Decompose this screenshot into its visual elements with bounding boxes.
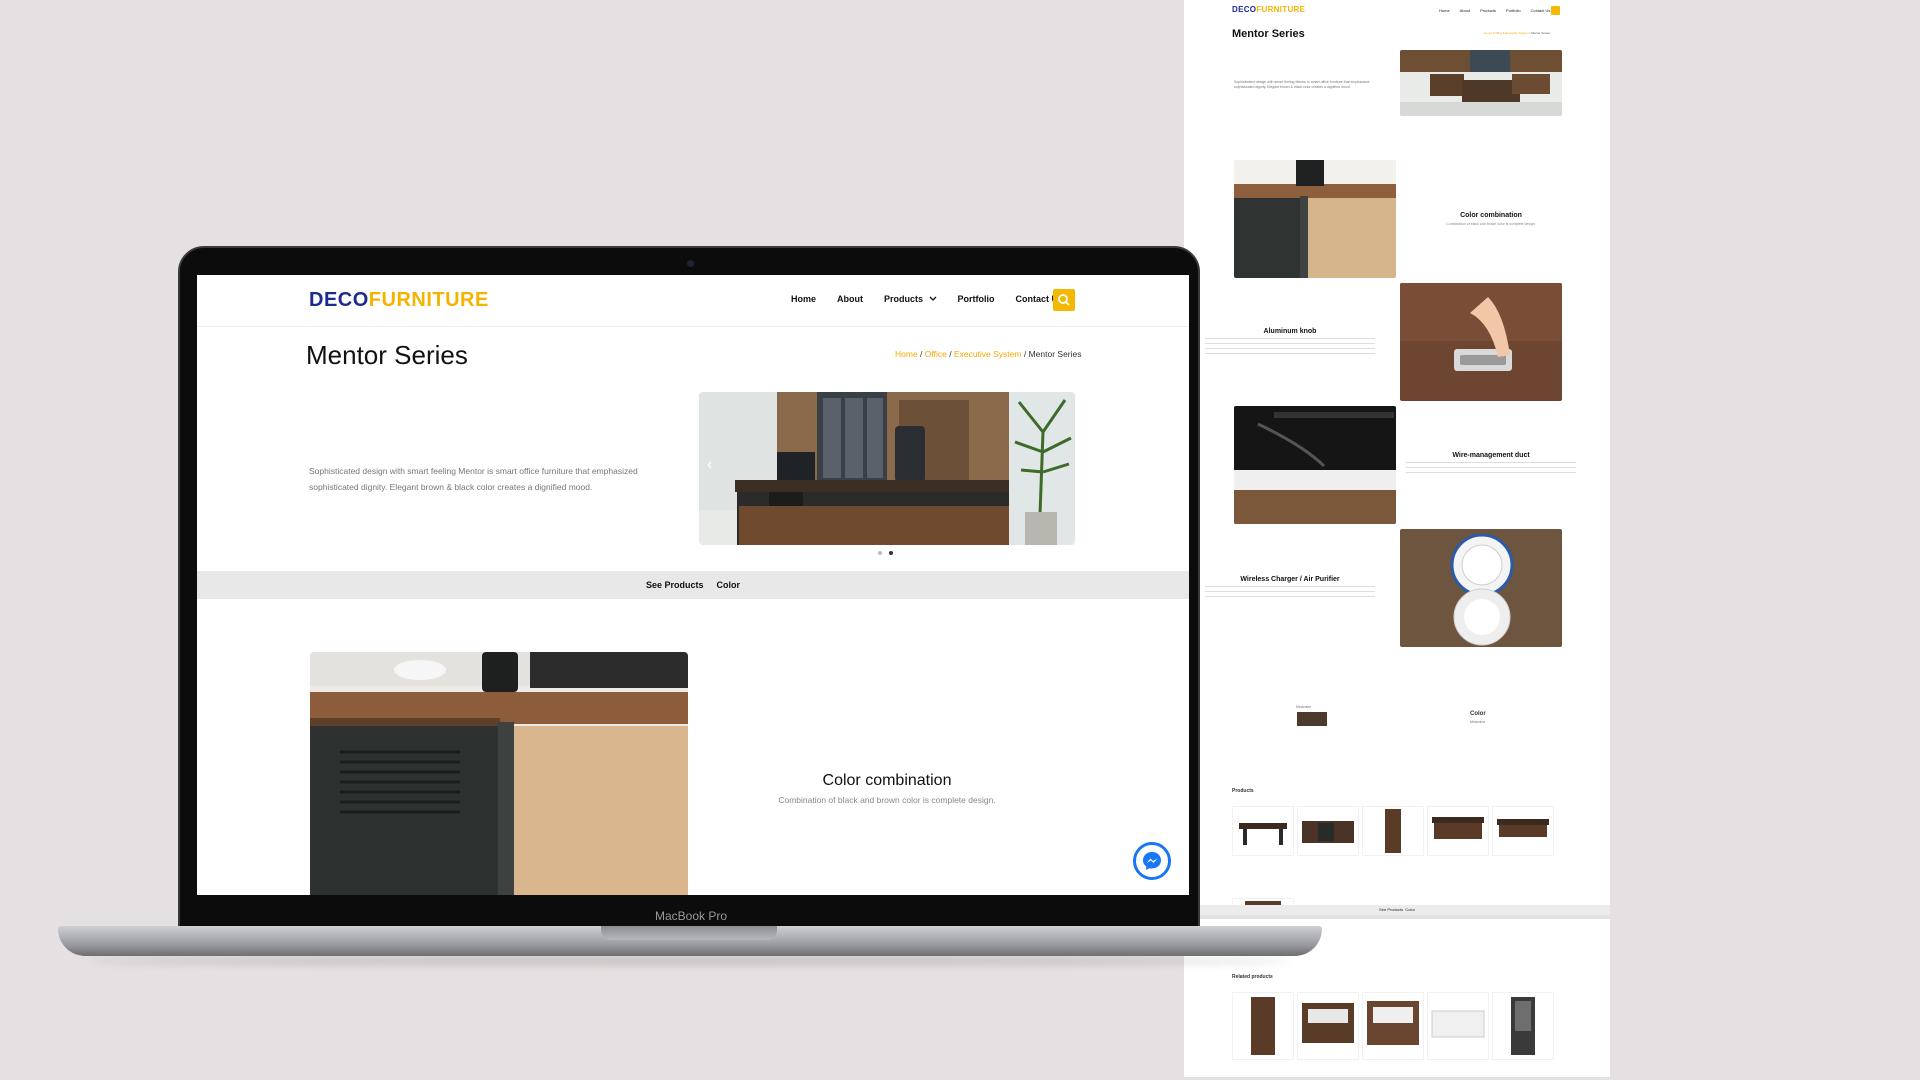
laptop-model-label: MacBook Pro	[654, 909, 728, 923]
preview-product-5[interactable]	[1492, 806, 1554, 856]
section-subnav: See Products Color	[197, 571, 1189, 599]
preview-search-icon[interactable]	[1551, 6, 1560, 15]
preview-feature-desc-2	[1205, 338, 1375, 358]
preview-crumb-executive[interactable]: Executive System	[1505, 31, 1529, 35]
messenger-button[interactable]	[1133, 842, 1171, 880]
preview-related-2[interactable]	[1297, 992, 1359, 1060]
preview-related-3[interactable]	[1362, 992, 1424, 1060]
main-nav: Home About Products Portfolio Contact Us	[791, 294, 1063, 304]
preview-product-4[interactable]	[1427, 806, 1489, 856]
preview-nav-contact[interactable]: Contact Us	[1531, 8, 1551, 13]
nav-home[interactable]: Home	[791, 294, 816, 304]
camera-icon	[687, 260, 694, 267]
preview-feature-title-1: Color combination	[1460, 212, 1522, 219]
preview-crumb-current: Mentor Series	[1531, 31, 1550, 35]
preview-logo-furniture: FURNITURE	[1256, 5, 1306, 14]
preview-feature-image-2	[1400, 283, 1562, 401]
preview-intro: Sophisticated design with smart feeling …	[1234, 80, 1370, 89]
subnav-color[interactable]: Color	[717, 580, 741, 590]
chevron-down-icon	[929, 296, 937, 301]
feature-image	[310, 652, 688, 895]
page-title: Mentor Series	[306, 340, 468, 370]
preview-page-title: Mentor Series	[1232, 28, 1305, 40]
carousel-dot-1[interactable]	[878, 551, 882, 555]
preview-hero-image	[1400, 50, 1562, 116]
preview-feature-title-4: Wireless Charger / Air Purifier	[1240, 576, 1340, 583]
search-button[interactable]	[1053, 289, 1075, 311]
preview-subbar: See Products Color	[1184, 905, 1610, 915]
preview-logo: DECOFURNITURE	[1232, 5, 1305, 14]
laptop-lid: DECOFURNITURE Home About Products Portfo…	[178, 246, 1200, 930]
preview-nav: Home About Products Portfolio Contact Us	[1439, 8, 1550, 13]
nav-products[interactable]: Products	[884, 294, 937, 304]
preview-crumb-office[interactable]: Office	[1495, 31, 1503, 35]
preview-feature-title-2: Aluminum knob	[1263, 328, 1317, 335]
feature-title: Color combination	[822, 772, 952, 789]
preview-feature-desc-1: Combination of black and brown color is …	[1446, 222, 1536, 226]
preview-header: DECOFURNITURE Home About Products Portfo…	[1184, 0, 1610, 24]
preview-feature-image-1	[1234, 160, 1396, 278]
preview-product-3[interactable]	[1362, 806, 1424, 856]
page-preview: DECOFURNITURE Home About Products Portfo…	[1184, 0, 1610, 1077]
site-logo[interactable]: DECOFURNITURE	[309, 289, 489, 312]
preview-color-heading: Color	[1470, 711, 1486, 717]
preview-feature-title-3: Wire-management duct	[1452, 452, 1530, 459]
preview-product-1[interactable]	[1232, 806, 1294, 856]
laptop-screen: DECOFURNITURE Home About Products Portfo…	[197, 275, 1189, 895]
preview-related-5[interactable]	[1492, 992, 1554, 1060]
breadcrumb-current: Mentor Series	[1028, 349, 1082, 359]
breadcrumb-executive[interactable]: Executive System	[954, 349, 1022, 359]
subnav-see-products[interactable]: See Products	[646, 580, 704, 590]
messenger-icon	[1143, 852, 1161, 870]
carousel-dots	[878, 551, 893, 555]
intro-text: Sophisticated design with smart feeling …	[309, 466, 638, 492]
preview-feature-image-3	[1234, 406, 1396, 524]
preview-nav-about[interactable]: About	[1460, 8, 1470, 13]
preview-related-heading: Related products	[1232, 974, 1273, 980]
preview-subbar-products[interactable]: See Products	[1379, 907, 1403, 912]
preview-product-2[interactable]	[1297, 806, 1359, 856]
logo-deco: DECO	[309, 289, 369, 311]
preview-nav-products[interactable]: Products	[1480, 8, 1496, 13]
breadcrumb-home[interactable]: Home	[895, 349, 918, 359]
site-header: DECOFURNITURE Home About Products Portfo…	[197, 275, 1189, 327]
preview-subbar-color[interactable]: Color	[1405, 907, 1415, 912]
preview-divider	[1184, 915, 1610, 919]
preview-nav-home[interactable]: Home	[1439, 8, 1450, 13]
laptop-base	[58, 926, 1322, 956]
laptop-shadow	[90, 956, 1290, 966]
laptop-notch	[601, 926, 777, 940]
preview-color-sub: Melamine	[1470, 720, 1486, 724]
nav-portfolio[interactable]: Portfolio	[958, 294, 995, 304]
preview-feature-desc-4	[1205, 586, 1375, 598]
hero-image	[699, 392, 1075, 545]
search-icon	[1058, 294, 1070, 306]
preview-breadcrumb: Home / Office / Executive System / Mento…	[1484, 31, 1550, 35]
carousel-dot-2[interactable]	[889, 551, 893, 555]
breadcrumb-office[interactable]: Office	[925, 349, 947, 359]
nav-about[interactable]: About	[837, 294, 863, 304]
feature-description: Combination of black and brown color is …	[778, 795, 996, 805]
preview-nav-portfolio[interactable]: Portfolio	[1506, 8, 1521, 13]
preview-feature-image-4	[1400, 529, 1562, 647]
preview-logo-deco: DECO	[1232, 5, 1257, 14]
hero-carousel[interactable]: ‹	[699, 392, 1075, 545]
preview-swatch-name: Melamine	[1296, 705, 1312, 709]
carousel-prev-icon[interactable]: ‹	[707, 456, 712, 474]
logo-furniture: FURNITURE	[368, 289, 489, 311]
preview-feature-desc-3	[1406, 462, 1576, 474]
preview-crumb-home[interactable]: Home	[1484, 31, 1492, 35]
preview-color-swatch[interactable]	[1297, 712, 1327, 726]
preview-related-4[interactable]	[1427, 992, 1489, 1060]
nav-products-label: Products	[884, 294, 924, 304]
preview-products-heading: Products	[1232, 788, 1254, 794]
breadcrumb: Home / Office / Executive System / Mento…	[895, 349, 1082, 359]
preview-related-1[interactable]	[1232, 992, 1294, 1060]
